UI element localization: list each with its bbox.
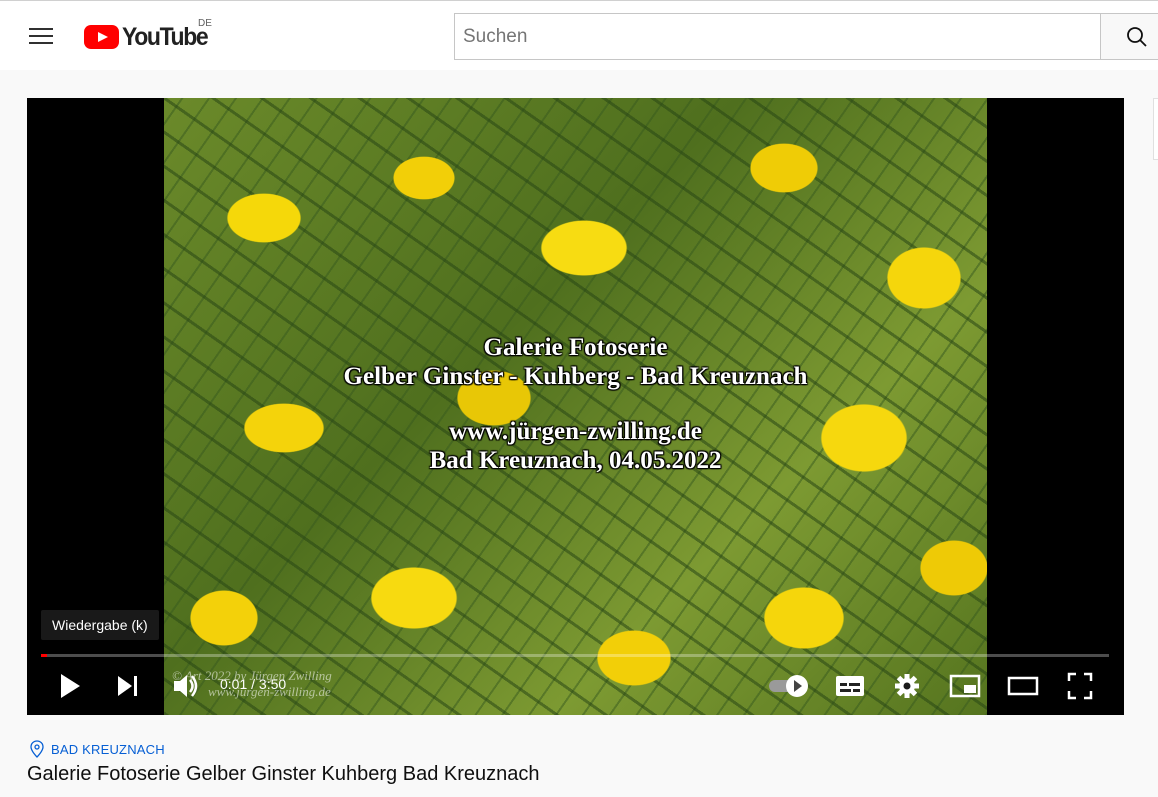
video-player[interactable]: Galerie Fotoserie Gelber Ginster - Kuhbe…	[27, 98, 1124, 715]
volume-button[interactable]	[171, 664, 201, 708]
theater-mode-icon	[1007, 676, 1039, 696]
location-pin-icon	[30, 740, 44, 758]
video-title: Galerie Fotoserie Gelber Ginster Kuhberg…	[27, 763, 540, 785]
autoplay-toggle[interactable]	[767, 664, 811, 708]
fullscreen-icon	[1067, 672, 1093, 700]
overlay-line-4: Bad Kreuznach, 04.05.2022	[429, 447, 722, 474]
hamburger-menu-icon[interactable]	[29, 26, 53, 46]
volume-icon	[174, 675, 198, 697]
overlay-line-1: Galerie Fotoserie	[483, 334, 668, 361]
play-button[interactable]	[57, 664, 83, 708]
next-button[interactable]	[115, 664, 141, 708]
next-icon	[118, 676, 137, 696]
autoplay-toggle-icon	[769, 675, 808, 697]
overlay-line-2: Gelber Ginster - Kuhberg - Bad Kreuznach	[343, 363, 808, 390]
overlay-line-3: www.jürgen-zwilling.de	[449, 418, 702, 445]
miniplayer-icon	[949, 674, 981, 698]
top-bar: YouTube DE	[0, 0, 1158, 70]
play-tooltip: Wiedergabe (k)	[41, 610, 159, 640]
miniplayer-button[interactable]	[949, 664, 981, 708]
fullscreen-button[interactable]	[1067, 664, 1093, 708]
sidebar-edge	[1153, 98, 1158, 160]
time-display: 0:01 / 3:50	[220, 676, 287, 692]
subtitles-button[interactable]	[835, 664, 865, 708]
subtitles-icon	[836, 676, 864, 696]
country-code: DE	[198, 18, 212, 29]
search-button[interactable]	[1100, 13, 1158, 60]
video-frame[interactable]: Galerie Fotoserie Gelber Ginster - Kuhbe…	[164, 98, 987, 715]
location-label: BAD KREUZNACH	[51, 742, 165, 757]
youtube-play-logo-icon	[84, 25, 119, 49]
search-icon	[1127, 27, 1147, 47]
settings-icon	[895, 674, 919, 698]
theater-mode-button[interactable]	[1007, 664, 1039, 708]
play-icon	[61, 674, 80, 698]
settings-button[interactable]	[894, 664, 920, 708]
search-input[interactable]	[454, 13, 1102, 60]
progress-bar[interactable]	[41, 654, 1109, 657]
logo-wordmark: YouTube	[122, 23, 209, 51]
player-controls: 0:01 / 3:50	[27, 664, 1124, 708]
progress-played	[41, 654, 48, 657]
